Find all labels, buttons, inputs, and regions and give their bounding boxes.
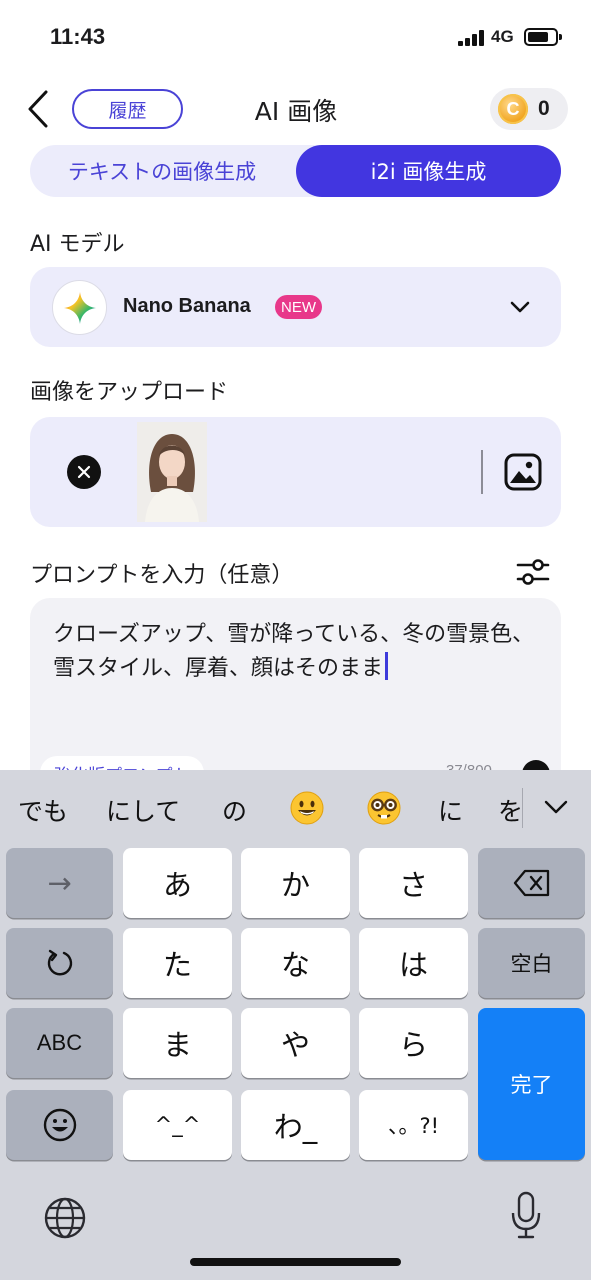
sliders-icon: [516, 559, 550, 585]
page-title: AI 画像: [254, 97, 338, 126]
key-wa[interactable]: わ_: [241, 1090, 350, 1160]
status-time: 11:43: [50, 24, 106, 49]
chevron-left-icon: [28, 90, 48, 128]
status-bar: 11:43 4G: [0, 0, 591, 70]
globe-icon: [44, 1197, 86, 1239]
back-button[interactable]: [20, 88, 56, 130]
mode-tabs: テキストの画像生成 i2i 画像生成: [30, 145, 561, 197]
key-ha[interactable]: は: [359, 928, 468, 998]
key-next-arrow[interactable]: →: [6, 848, 113, 918]
suggestion-item[interactable]: に: [438, 792, 463, 828]
gemini-sparkle-icon: [52, 280, 107, 335]
upload-section-label: 画像をアップロード: [30, 380, 229, 405]
cellular-signal-icon: [458, 30, 486, 46]
battery-icon: [524, 28, 562, 46]
suggestion-bar: でも にして の に を: [0, 770, 591, 846]
key-sa[interactable]: さ: [359, 848, 468, 918]
key-ta[interactable]: た: [123, 928, 232, 998]
upload-area: [30, 417, 561, 527]
grinning-face-icon[interactable]: [289, 790, 325, 826]
suggestion-item[interactable]: を: [498, 792, 523, 828]
emoji-key[interactable]: [6, 1090, 113, 1160]
prompt-input[interactable]: クローズアップ、雪が降っている、冬の雪景色、雪スタイル、厚着、顔はそのまま 強化…: [30, 598, 561, 798]
gallery-button[interactable]: [504, 453, 542, 491]
text-caret: [385, 652, 389, 680]
prompt-section-label: プロンプトを入力（任意）: [30, 563, 294, 588]
abc-key[interactable]: ABC: [6, 1008, 113, 1078]
uploaded-image-thumbnail[interactable]: [137, 422, 207, 522]
upload-divider: [481, 450, 483, 494]
globe-key[interactable]: [42, 1195, 88, 1241]
coin-balance[interactable]: C 0: [490, 88, 568, 130]
coin-count: 0: [538, 97, 550, 120]
keyboard: でも にして の に を → あ か さ た な は 空白 ABC ま や ら …: [0, 770, 591, 1280]
suggestion-item[interactable]: の: [222, 792, 247, 828]
suggestion-divider: [522, 788, 523, 828]
history-button[interactable]: 履歴: [72, 89, 183, 129]
done-key[interactable]: 完了: [478, 1008, 585, 1160]
key-na[interactable]: な: [241, 928, 350, 998]
backspace-icon: [513, 869, 549, 897]
key-kaomoji[interactable]: ^_^: [123, 1090, 232, 1160]
key-ra[interactable]: ら: [359, 1008, 468, 1078]
chevron-down-icon[interactable]: [543, 796, 569, 818]
suggestion-item[interactable]: でも: [18, 792, 68, 828]
undo-key[interactable]: [6, 928, 113, 998]
home-indicator: [190, 1258, 401, 1266]
dictation-key[interactable]: [510, 1191, 542, 1241]
model-selector[interactable]: Nano Banana NEW: [30, 267, 561, 347]
key-ya[interactable]: や: [241, 1008, 350, 1078]
nerd-glasses-face-icon[interactable]: [366, 790, 402, 826]
prompt-text[interactable]: クローズアップ、雪が降っている、冬の雪景色、雪スタイル、厚着、顔はそのまま: [53, 618, 543, 686]
network-type: 4G: [491, 27, 514, 46]
settings-sliders-button[interactable]: [516, 555, 550, 589]
image-gallery-icon: [504, 453, 542, 491]
smiley-icon: [43, 1108, 76, 1142]
key-a[interactable]: あ: [123, 848, 232, 918]
chevron-down-icon: [510, 301, 530, 313]
remove-image-button[interactable]: [67, 455, 101, 489]
key-ka[interactable]: か: [241, 848, 350, 918]
tab-text-to-image[interactable]: テキストの画像生成: [30, 145, 294, 197]
coin-icon: C: [498, 94, 528, 124]
close-icon: [77, 465, 91, 479]
new-badge: NEW: [275, 295, 322, 319]
tab-image-to-image[interactable]: i2i 画像生成: [296, 145, 561, 197]
model-name: Nano Banana: [123, 295, 251, 317]
microphone-icon: [511, 1191, 541, 1239]
key-ma[interactable]: ま: [123, 1008, 232, 1078]
key-punctuation[interactable]: 、。?!: [359, 1090, 468, 1160]
suggestion-item[interactable]: にして: [106, 792, 180, 828]
space-key[interactable]: 空白: [478, 928, 585, 998]
model-section-label: AI モデル: [30, 232, 125, 257]
backspace-key[interactable]: [478, 848, 585, 918]
undo-icon: [47, 949, 72, 976]
